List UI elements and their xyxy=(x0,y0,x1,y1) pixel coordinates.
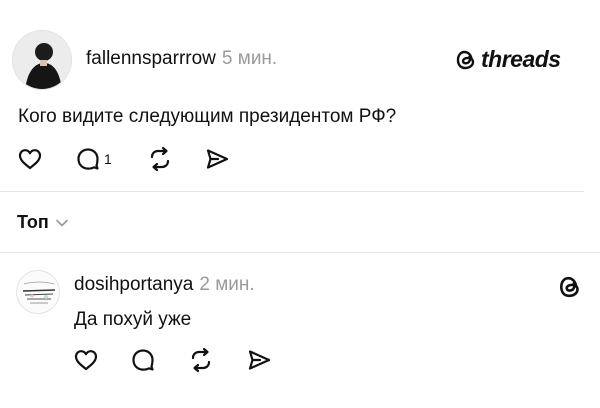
like-button[interactable] xyxy=(17,147,43,171)
heart-icon xyxy=(74,350,98,371)
threads-logo-icon xyxy=(455,48,477,72)
comment-icon xyxy=(132,349,154,371)
repost-icon xyxy=(150,146,170,172)
comment-avatar[interactable] xyxy=(16,270,60,314)
post-header: fallennsparrrow 5 мин. xyxy=(86,48,277,70)
repost-button[interactable] xyxy=(147,146,173,172)
reply-count: 1 xyxy=(104,151,112,167)
share-icon xyxy=(248,350,271,370)
comment-header: dosihportanya 2 мин. xyxy=(74,274,255,296)
share-icon xyxy=(206,149,229,169)
comment-share-button[interactable] xyxy=(246,348,272,372)
comment-icon xyxy=(77,148,99,170)
comment-reply-button[interactable] xyxy=(131,348,155,372)
reply-button[interactable]: 1 xyxy=(76,147,112,171)
comment-username[interactable]: dosihportanya xyxy=(74,274,193,295)
post-avatar[interactable] xyxy=(12,30,72,90)
post-username[interactable]: fallennsparrrow xyxy=(86,48,216,69)
sort-label: Топ xyxy=(17,212,49,232)
threads-logo[interactable]: threads xyxy=(455,46,561,73)
post-text: Кого видите следующим президентом РФ? xyxy=(18,106,397,127)
comment-text: Да похуй уже xyxy=(74,309,192,330)
threads-logo-text: threads xyxy=(481,46,561,72)
chevron-down-icon xyxy=(55,219,68,226)
repost-icon xyxy=(191,347,211,373)
comment-repost-button[interactable] xyxy=(188,347,214,373)
divider-top xyxy=(0,191,584,192)
heart-icon xyxy=(18,149,42,170)
avatar-photo xyxy=(13,31,71,89)
sticker-avatar-image xyxy=(17,271,59,313)
sort-selector[interactable]: Топ xyxy=(17,212,69,233)
post-time: 5 мин. xyxy=(221,48,278,69)
divider-bottom xyxy=(0,252,600,253)
threads-logo-icon xyxy=(559,276,579,298)
comment-threads-icon[interactable] xyxy=(558,274,582,300)
comment-like-button[interactable] xyxy=(73,348,99,372)
comment-time: 2 мин. xyxy=(199,274,255,295)
share-button[interactable] xyxy=(204,147,230,171)
